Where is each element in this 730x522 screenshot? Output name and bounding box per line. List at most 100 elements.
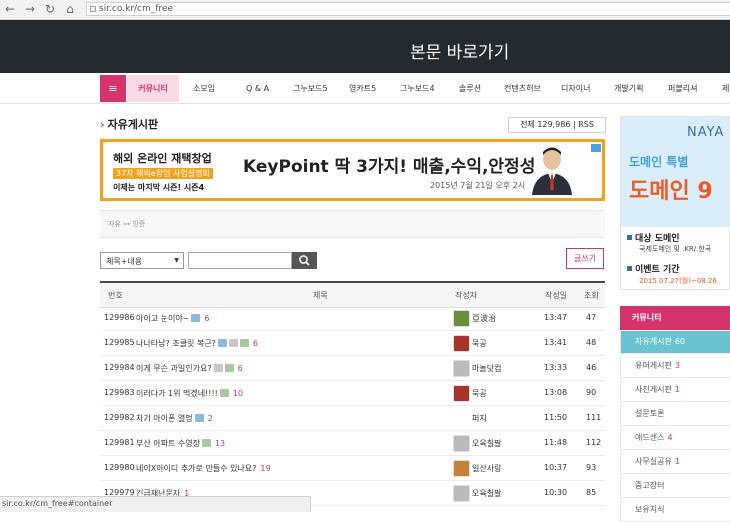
post-author[interactable]: 퍼지 [472,413,487,424]
nav-item-community[interactable]: 커뮤니티 [127,75,179,102]
table-row[interactable]: 129983 이러다가 1위 먹겠네!!!! 10 묵공 13:08 90 [100,381,605,406]
search-icon [299,255,310,266]
ad-line: 2015.07.27(월)~08.26 [639,277,717,285]
hot-icon [217,339,227,347]
nav-item[interactable]: 영카트5 [349,75,376,102]
comment-count: 19 [260,464,271,473]
skip-to-content-link[interactable]: 본문 바로가기 [410,38,509,63]
nav-item[interactable]: 컨텐츠허브 [504,75,541,102]
community-item[interactable]: 중고장터 [620,475,730,498]
table-row[interactable]: 129981 부산 아파트 수영장 13 오육칠팔 11:48 112 [100,431,605,456]
nav-item[interactable]: 제 [722,75,729,102]
post-author[interactable]: 오육칠팔 [472,488,501,499]
nav-item[interactable]: 그누보드4 [400,75,435,102]
ad-banner[interactable]: 해외 온라인 재택창업 37차 해외e창업 사업설명회 이제는 마지막 시즌! … [100,139,605,201]
nav-item[interactable]: 그누보드5 [293,75,328,102]
post-subject[interactable]: 이게 무슨 과일인가요? 6 [136,363,243,374]
post-hits: 112 [586,438,602,447]
post-subject[interactable]: 네이X아이디 추가로 만들수 있나요? 19 [136,463,271,474]
post-subject-text[interactable]: 차기 아이폰 열멍 [136,414,193,423]
post-subject-text[interactable]: 이러다가 1위 먹겠네!!!! [136,389,218,398]
post-subject-text[interactable]: 부산 아파트 수영장 [136,439,200,448]
image-icon [201,439,211,447]
ad-line: 이벤트 기간 [627,262,680,275]
image-icon [219,389,229,397]
adchoices-icon[interactable] [591,144,601,152]
ad-line: 도메인 특별 [629,155,689,169]
ad-line-text: 이벤트 기간 [635,265,680,275]
file-icon [228,339,238,347]
community-item[interactable]: 유머게시판 3 [620,355,730,378]
nav-item[interactable]: 소모임 [193,75,215,102]
post-number: 129985 [104,338,135,347]
banner-line: 37차 해외e창업 사업설명회 [113,168,213,179]
search-field-select[interactable]: 제목+내용 ▼ [100,252,184,269]
post-subject[interactable]: 부산 아파트 수영장 13 [136,438,225,449]
col-author: 작성자 [455,291,478,300]
chevron-right-icon: › [100,118,105,131]
community-item[interactable]: 애드센스 4 [620,427,730,450]
write-button[interactable]: 글쓰기 [566,248,604,269]
browser-toolbar: ← → ↻ ⌂ sir.co.kr/cm_free [0,0,730,20]
banner-line: 이제는 마지막 시즌! 시즌4 [113,183,205,192]
col-number: 번호 [108,291,123,300]
side-ad[interactable]: NAYA 도메인 특별 도메인 9 대상 도메인 국제도메인 및 .KR/.한국… [620,116,730,290]
nav-item[interactable]: 디자이너 [561,75,590,102]
post-author[interactable]: 마놀닷컴 [472,363,501,374]
rss-link[interactable]: RSS [578,120,594,129]
bullet-icon [627,235,632,240]
post-count-box: 전체 129,986 | RSS [508,117,606,133]
table-row[interactable]: 129982 차기 아이폰 열멍 2 퍼지 11:50 111 [100,406,605,431]
comment-count: 6 [237,364,243,373]
nav-item[interactable]: 솔루션 [459,75,481,102]
post-hits: 85 [586,488,597,497]
post-hits: 93 [586,463,597,472]
page-icon [90,6,96,12]
avatar [453,410,468,425]
post-author[interactable]: 묵공 [472,388,487,399]
table-header: 번호 제목 작성자 작성일 조회 [100,281,605,308]
nav-item[interactable]: 개발기획 [614,75,643,102]
avatar [453,460,470,477]
home-icon[interactable]: ⌂ [62,2,78,16]
post-subject[interactable]: 아이고 눈이야~ 6 [136,313,210,324]
post-subject-text[interactable]: 나나타남? 초클릿 복근? [136,339,216,348]
post-author[interactable]: 일산사랑 [472,463,501,474]
search-input[interactable] [188,252,292,269]
reload-icon[interactable]: ↻ [42,2,58,16]
bullet-icon [627,266,632,271]
nav-item[interactable]: 퍼블리셔 [668,75,697,102]
table-row[interactable]: 129986 아이고 눈이야~ 6 亞波治 13:47 47 [100,306,605,331]
table-row[interactable]: 129985 나나타남? 초클릿 복근? 6 묵공 13:41 48 [100,331,605,356]
avatar [453,360,470,377]
select-value: 제목+내용 [106,257,143,266]
post-subject[interactable]: 이러다가 1위 먹겠네!!!! 10 [136,388,243,399]
post-subject[interactable]: 나나타남? 초클릿 복근? 6 [136,338,258,349]
nav-item[interactable]: Q & A [246,75,269,102]
table-row[interactable]: 129984 이게 무슨 과일인가요? 6 마놀닷컴 13:33 46 [100,356,605,381]
community-item[interactable]: 사무실공유 1 [620,451,730,474]
back-icon[interactable]: ← [2,2,18,16]
forward-icon[interactable]: → [22,2,38,16]
ad-line: 대상 도메인 [627,231,680,244]
post-subject-text[interactable]: 이게 무슨 과일인가요? [136,364,212,373]
community-item-label: 사진게시판 [635,385,672,394]
post-author[interactable]: 亞波治 [472,313,496,324]
post-time: 13:47 [544,313,568,322]
col-hits: 조회 [584,291,599,300]
community-item[interactable]: 자유게시판 60 [620,331,730,354]
avatar [453,385,470,402]
table-row[interactable]: 129980 네이X아이디 추가로 만들수 있나요? 19 일산사랑 10:37 93 [100,456,605,481]
post-author[interactable]: 묵공 [472,338,487,349]
search-button[interactable] [292,252,317,269]
address-bar[interactable]: sir.co.kr/cm_free [86,2,730,16]
post-subject-text[interactable]: 네이X아이디 추가로 만들수 있나요? [136,464,256,473]
comment-count: 2 [207,414,213,423]
post-subject[interactable]: 차기 아이폰 열멍 2 [136,413,213,424]
comment-count: 10 [232,389,244,398]
community-item[interactable]: 설문토론 [620,403,730,426]
post-subject-text[interactable]: 아이고 눈이야~ [136,314,189,323]
community-item[interactable]: 사진게시판 1 [620,379,730,402]
post-author[interactable]: 오육칠팔 [472,438,501,449]
menu-icon[interactable]: ≡ [100,75,126,102]
